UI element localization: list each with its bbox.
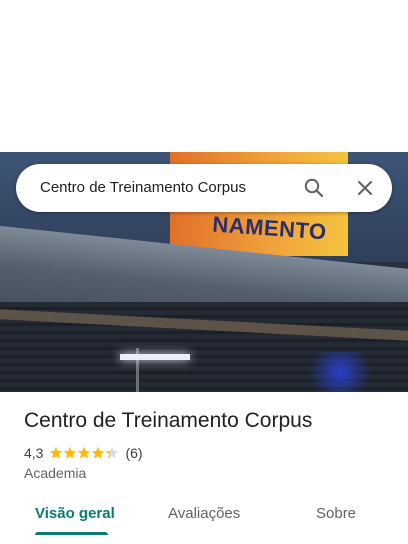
star-icon (50, 446, 63, 459)
star-icon (92, 446, 105, 459)
star-icon (64, 446, 77, 459)
search-icon[interactable] (302, 176, 326, 200)
search-input[interactable]: Centro de Treinamento Corpus (40, 179, 246, 196)
star-icon (106, 446, 119, 459)
star-icon (78, 446, 91, 459)
close-icon[interactable] (353, 176, 377, 200)
rating-value: 4,3 (24, 445, 44, 461)
tab-overview[interactable]: Visão geral (35, 505, 115, 522)
place-category[interactable]: Academia (24, 465, 86, 481)
tab-reviews[interactable]: Avaliações (168, 505, 240, 522)
tab-about[interactable]: Sobre (316, 505, 356, 522)
ceiling-light (120, 354, 190, 360)
review-count[interactable]: (6) (125, 445, 142, 461)
rating-row[interactable]: 4,3 (6) (24, 444, 143, 462)
rating-stars (49, 446, 119, 460)
place-title: Centro de Treinamento Corpus (24, 409, 313, 432)
tab-active-indicator (35, 532, 108, 535)
tab-bar: Visão geral Avaliações Sobre (0, 498, 408, 538)
blue-light (300, 352, 380, 392)
search-bar[interactable]: Centro de Treinamento Corpus (16, 164, 392, 212)
